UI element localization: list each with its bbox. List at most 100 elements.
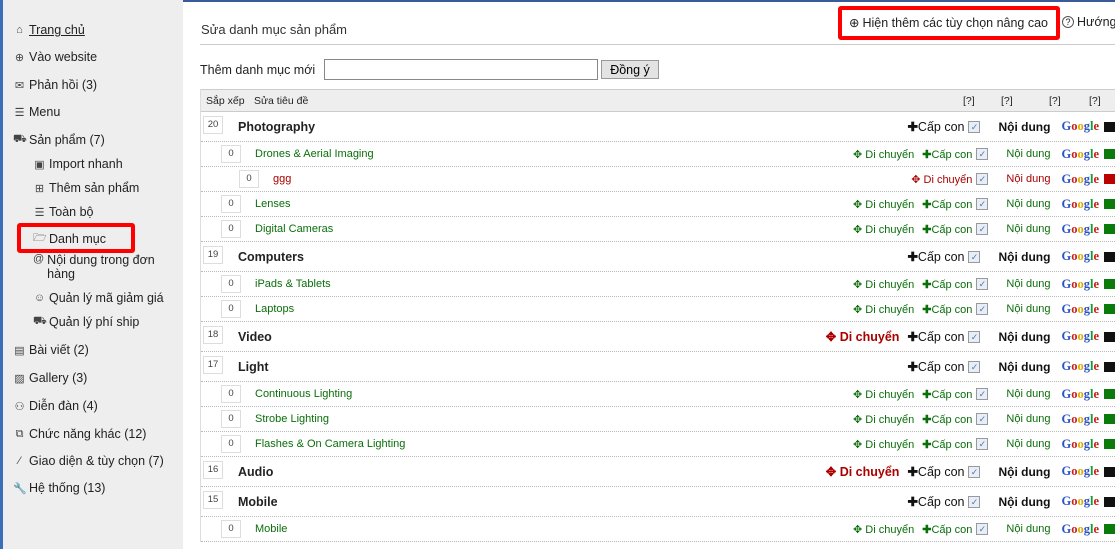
category-name[interactable]: Flashes & On Camera Lighting xyxy=(255,438,405,450)
order-input[interactable]: 16 xyxy=(203,461,223,479)
checkbox[interactable]: ✓ xyxy=(968,495,981,508)
add-child-link[interactable]: ✚Cấp con xyxy=(907,119,964,134)
google-link[interactable]: Google xyxy=(1061,464,1099,479)
content-link[interactable]: Nội dung xyxy=(1006,148,1050,160)
move-link[interactable]: ✥ Di chuyển xyxy=(853,523,914,536)
order-input[interactable]: 0 xyxy=(221,145,241,163)
order-input[interactable]: 18 xyxy=(203,326,223,344)
sidebar-item[interactable]: ⊞ Thêm sản phẩm xyxy=(33,181,139,195)
add-child-link[interactable]: ✚Cấp con xyxy=(907,494,964,509)
move-link[interactable]: ✥ Di chuyển xyxy=(853,148,914,161)
google-link[interactable]: Google xyxy=(1061,359,1099,374)
add-child-link[interactable]: ✚Cấp con xyxy=(922,278,972,291)
checkbox[interactable]: ✓ xyxy=(968,465,981,478)
category-name[interactable]: Laptops xyxy=(255,303,294,315)
content-link[interactable]: Nội dung xyxy=(998,495,1050,509)
category-name[interactable]: ggg xyxy=(273,173,291,185)
checkbox[interactable]: ✓ xyxy=(976,278,989,290)
add-child-link[interactable]: ✚Cấp con xyxy=(922,148,972,161)
order-input[interactable]: 15 xyxy=(203,491,223,509)
category-name[interactable]: Computers xyxy=(238,250,304,264)
content-link[interactable]: Nội dung xyxy=(998,360,1050,374)
google-link[interactable]: Google xyxy=(1061,119,1099,134)
help-mark[interactable]: [?] xyxy=(1049,95,1061,107)
help-mark[interactable]: [?] xyxy=(963,95,975,107)
move-link[interactable]: ✥ Di chuyển xyxy=(853,198,914,211)
sidebar-item[interactable]: ⚇ Diễn đàn (4) xyxy=(13,399,98,413)
content-link[interactable]: Nội dung xyxy=(1006,413,1050,425)
image-icon[interactable] xyxy=(1104,496,1115,507)
order-input[interactable]: 0 xyxy=(221,435,241,453)
sidebar-item[interactable]: 🔧 Hệ thống (13) xyxy=(13,481,105,495)
move-link[interactable]: ✥ Di chuyển xyxy=(853,388,914,401)
add-child-link[interactable]: ✚Cấp con xyxy=(922,198,972,211)
image-icon[interactable] xyxy=(1104,414,1115,424)
sidebar-item[interactable]: ▨ Gallery (3) xyxy=(13,371,87,385)
checkbox[interactable]: ✓ xyxy=(976,173,989,185)
image-icon[interactable] xyxy=(1104,121,1115,132)
google-link[interactable]: Google xyxy=(1061,249,1099,264)
google-link[interactable]: Google xyxy=(1061,437,1099,452)
google-link[interactable]: Google xyxy=(1061,522,1099,537)
checkbox[interactable]: ✓ xyxy=(976,523,989,535)
sidebar-item[interactable]: ☰ Toàn bộ xyxy=(33,205,94,219)
google-link[interactable]: Google xyxy=(1061,222,1099,237)
submit-button[interactable]: Đồng ý xyxy=(601,60,659,79)
add-child-link[interactable]: ✚Cấp con xyxy=(922,223,972,236)
content-link[interactable]: Nội dung xyxy=(998,465,1050,479)
add-category-input[interactable] xyxy=(324,59,598,80)
image-icon[interactable] xyxy=(1104,524,1115,534)
category-name[interactable]: Mobile xyxy=(238,495,278,509)
move-link[interactable]: ✥ Di chuyển xyxy=(826,329,900,344)
sidebar-item[interactable]: ▤ Bài viết (2) xyxy=(13,343,88,357)
category-name[interactable]: Audio xyxy=(238,465,273,479)
content-link[interactable]: Nội dung xyxy=(1006,523,1050,535)
order-input[interactable]: 20 xyxy=(203,116,223,134)
image-icon[interactable] xyxy=(1104,279,1115,289)
google-link[interactable]: Google xyxy=(1061,387,1099,402)
image-icon[interactable] xyxy=(1104,251,1115,262)
image-icon[interactable] xyxy=(1104,439,1115,449)
image-icon[interactable] xyxy=(1104,174,1115,184)
sidebar-item[interactable]: @ Nội dung trong đơn hàng xyxy=(33,253,158,281)
add-child-link[interactable]: ✚Cấp con xyxy=(922,438,972,451)
sidebar-item[interactable]: ⛟ Sản phẩm (7) xyxy=(13,133,105,147)
category-name[interactable]: Strobe Lighting xyxy=(255,413,329,425)
checkbox[interactable]: ✓ xyxy=(968,120,981,133)
content-link[interactable]: Nội dung xyxy=(1006,388,1050,400)
order-input[interactable]: 0 xyxy=(221,385,241,403)
category-name[interactable]: Digital Cameras xyxy=(255,223,333,235)
add-child-link[interactable]: ✚Cấp con xyxy=(922,388,972,401)
checkbox[interactable]: ✓ xyxy=(968,360,981,373)
checkbox[interactable]: ✓ xyxy=(976,388,989,400)
google-link[interactable]: Google xyxy=(1061,172,1099,187)
sidebar-item[interactable]: ⌂ Trang chủ xyxy=(13,23,85,37)
add-child-link[interactable]: ✚Cấp con xyxy=(922,523,972,536)
category-name[interactable]: iPads & Tablets xyxy=(255,278,331,290)
sidebar-item[interactable]: ⧉ Chức năng khác (12) xyxy=(13,427,147,441)
move-link[interactable]: ✥ Di chuyển xyxy=(826,464,900,479)
add-child-link[interactable]: ✚Cấp con xyxy=(907,329,964,344)
advanced-options-link[interactable]: ⊕ Hiện thêm các tùy chọn nâng cao xyxy=(849,15,1048,31)
category-name[interactable]: Mobile xyxy=(255,523,287,535)
help-mark[interactable]: [?] xyxy=(1089,95,1101,107)
sidebar-item[interactable]: ⛟ Quản lý phí ship xyxy=(33,315,139,329)
content-link[interactable]: Nội dung xyxy=(1006,438,1050,450)
category-name[interactable]: Drones & Aerial Imaging xyxy=(255,148,374,160)
sidebar-item[interactable]: ☺ Quản lý mã giảm giá xyxy=(33,291,164,305)
move-link[interactable]: ✥ Di chuyển xyxy=(853,413,914,426)
add-child-link[interactable]: ✚Cấp con xyxy=(922,413,972,426)
order-input[interactable]: 0 xyxy=(221,220,241,238)
image-icon[interactable] xyxy=(1104,224,1115,234)
google-link[interactable]: Google xyxy=(1061,277,1099,292)
move-link[interactable]: ✥ Di chuyển xyxy=(911,173,972,186)
move-link[interactable]: ✥ Di chuyển xyxy=(853,303,914,316)
order-input[interactable]: 17 xyxy=(203,356,223,374)
sidebar-item[interactable]: ✉ Phản hồi (3) xyxy=(13,78,97,92)
order-input[interactable]: 0 xyxy=(221,300,241,318)
google-link[interactable]: Google xyxy=(1061,329,1099,344)
checkbox[interactable]: ✓ xyxy=(976,438,989,450)
checkbox[interactable]: ✓ xyxy=(968,250,981,263)
order-input[interactable]: 0 xyxy=(221,520,241,538)
content-link[interactable]: Nội dung xyxy=(998,120,1050,134)
